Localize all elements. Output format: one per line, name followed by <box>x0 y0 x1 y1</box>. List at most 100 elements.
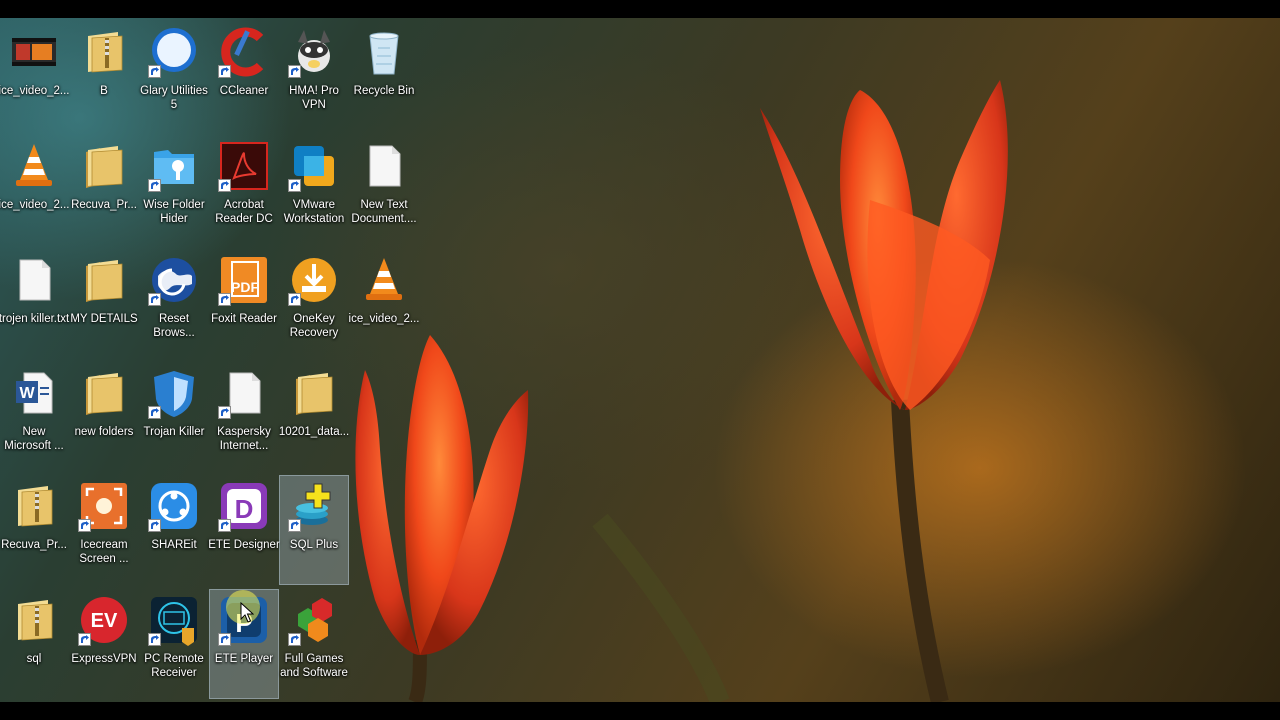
desktop-icon-label: new folders <box>74 426 134 438</box>
desktop-icon-glary-utilities[interactable]: Glary Utilities 5 <box>140 22 208 130</box>
shortcut-arrow-icon <box>218 519 231 532</box>
desktop-icon-text-document[interactable]: trojen killer.txt <box>0 250 70 358</box>
desktop-icon-label: MY DETAILS <box>70 313 138 325</box>
desktop-icon-hma-vpn[interactable]: HMA! Pro VPN <box>280 22 348 130</box>
desktop-icon-label: Acrobat Reader DC <box>215 199 273 225</box>
top-letterbox <box>0 0 1280 18</box>
zip-folder-icon <box>8 480 60 532</box>
desktop-icon-recycle-bin[interactable]: Recycle Bin <box>350 22 418 130</box>
zip-folder-icon <box>8 594 60 646</box>
foxit-reader-icon: PDF <box>218 254 270 306</box>
shortcut-arrow-icon <box>148 65 161 78</box>
desktop-icon-text-document[interactable]: New Text Document.... <box>350 136 418 244</box>
desktop-icon-label: HMA! Pro VPN <box>289 85 339 111</box>
zip-folder-icon <box>78 26 130 78</box>
desktop-icon-label: VMware Workstation <box>283 199 345 225</box>
desktop-icon-word-document[interactable]: W New Microsoft ... <box>0 363 68 471</box>
desktop-icon-folder[interactable]: new folders <box>70 363 138 471</box>
desktop-icon-label: ice_video_2... <box>0 85 70 97</box>
video-thumbnail-icon <box>8 26 60 78</box>
expressvpn-icon: EV <box>78 594 130 646</box>
shortcut-arrow-icon <box>288 179 301 192</box>
desktop-icon-label: CCleaner <box>219 85 269 97</box>
vlc-cone-icon <box>358 254 410 306</box>
folder-icon <box>288 367 340 419</box>
desktop-icon-vlc-cone[interactable]: ice_video_2... <box>0 136 70 244</box>
onekey-recovery-icon <box>288 254 340 306</box>
desktop-icon-ete-designer[interactable]: D ETE Designer <box>208 476 280 584</box>
desktop-icon-vmware[interactable]: VMware Workstation <box>280 136 348 244</box>
desktop-icon-label: SQL Plus <box>289 539 339 551</box>
desktop-icon-zip-folder[interactable]: B <box>70 22 138 130</box>
desktop-icon-video-thumbnail[interactable]: ice_video_2... <box>0 22 70 130</box>
shortcut-arrow-icon <box>218 179 231 192</box>
desktop-icon-zip-folder[interactable]: sql <box>0 590 68 698</box>
shortcut-arrow-icon <box>148 633 161 646</box>
vmware-icon <box>288 140 340 192</box>
shortcut-arrow-icon <box>148 179 161 192</box>
desktop-icon-label: Full Games and Software <box>280 653 348 679</box>
shortcut-arrow-icon <box>218 293 231 306</box>
desktop-icon-acrobat-reader[interactable]: Acrobat Reader DC <box>210 136 278 244</box>
sql-plus-icon <box>288 480 340 532</box>
desktop-icon-label: trojen killer.txt <box>0 313 70 325</box>
ccleaner-icon <box>218 26 270 78</box>
svg-text:D: D <box>235 494 254 524</box>
folder-icon <box>78 254 130 306</box>
desktop-icon-label: Icecream Screen ... <box>79 539 129 565</box>
desktop-icon-label: Recuva_Pr... <box>71 199 137 211</box>
desktop-icon-reset-browser[interactable]: Reset Brows... <box>140 250 208 358</box>
shortcut-arrow-icon <box>288 293 301 306</box>
desktop-icon-vlc-cone[interactable]: ice_video_2... <box>348 250 420 358</box>
desktop-icon-sql-plus[interactable]: SQL Plus <box>279 475 349 585</box>
desktop-icon-icecream-screen[interactable]: Icecream Screen ... <box>70 476 138 584</box>
svg-text:PDF: PDF <box>231 279 259 295</box>
shortcut-arrow-icon <box>148 406 161 419</box>
shortcut-arrow-icon <box>288 65 301 78</box>
desktop-icon-label: ice_video_2... <box>348 313 420 325</box>
desktop-icon-folder[interactable]: MY DETAILS <box>70 250 138 358</box>
reset-browser-icon <box>148 254 200 306</box>
shortcut-arrow-icon <box>148 519 161 532</box>
full-games-icon <box>288 594 340 646</box>
desktop-icon-ccleaner[interactable]: CCleaner <box>210 22 278 130</box>
desktop-icon-label: OneKey Recovery <box>289 313 339 339</box>
icecream-screen-icon <box>78 480 130 532</box>
desktop-icon-shareit[interactable]: SHAREit <box>140 476 208 584</box>
folder-icon <box>78 367 130 419</box>
desktop-icon-expressvpn[interactable]: EV ExpressVPN <box>70 590 138 698</box>
desktop-icon-full-games[interactable]: Full Games and Software <box>280 590 348 698</box>
desktop-icon-label: ETE Player <box>214 653 274 665</box>
desktop-icon-label: SHAREit <box>151 539 197 551</box>
desktop-icon-kaspersky[interactable]: Kaspersky Internet... <box>210 363 278 471</box>
pc-remote-icon <box>148 594 200 646</box>
shortcut-arrow-icon <box>288 633 301 646</box>
desktop-icon-label: Glary Utilities 5 <box>140 85 208 111</box>
desktop-icon-label: ETE Designer <box>208 539 280 551</box>
desktop-icon-foxit-reader[interactable]: PDF Foxit Reader <box>210 250 278 358</box>
shortcut-arrow-icon <box>288 519 301 532</box>
desktop-icon-label: New Text Document.... <box>351 199 417 225</box>
folder-icon <box>78 140 130 192</box>
desktop-icon-pc-remote[interactable]: PC Remote Receiver <box>140 590 208 698</box>
desktop-icon-wise-folder-hider[interactable]: Wise Folder Hider <box>140 136 208 244</box>
desktop-icon-zip-folder[interactable]: Recuva_Pr... <box>0 476 68 584</box>
shortcut-arrow-icon <box>218 65 231 78</box>
vlc-cone-icon <box>8 140 60 192</box>
desktop-icon-folder[interactable]: 10201_data... <box>279 363 349 471</box>
desktop-icon-label: Kaspersky Internet... <box>217 426 271 452</box>
desktop-icon-folder[interactable]: Recuva_Pr... <box>70 136 138 244</box>
text-document-icon <box>358 140 410 192</box>
svg-text:EV: EV <box>91 610 118 632</box>
svg-text:W: W <box>19 385 35 402</box>
bottom-letterbox <box>0 702 1280 720</box>
desktop-icon-label: PC Remote Receiver <box>144 653 204 679</box>
desktop-icon-onekey-recovery[interactable]: OneKey Recovery <box>280 250 348 358</box>
wise-folder-hider-icon <box>148 140 200 192</box>
desktop-icon-trojan-killer[interactable]: Trojan Killer <box>140 363 208 471</box>
shortcut-arrow-icon <box>78 519 91 532</box>
shortcut-arrow-icon <box>148 293 161 306</box>
desktop-icon-label: ice_video_2... <box>0 199 70 211</box>
desktop-icon-label: Wise Folder Hider <box>143 199 205 225</box>
desktop-icon-label: Recuva_Pr... <box>1 539 67 551</box>
